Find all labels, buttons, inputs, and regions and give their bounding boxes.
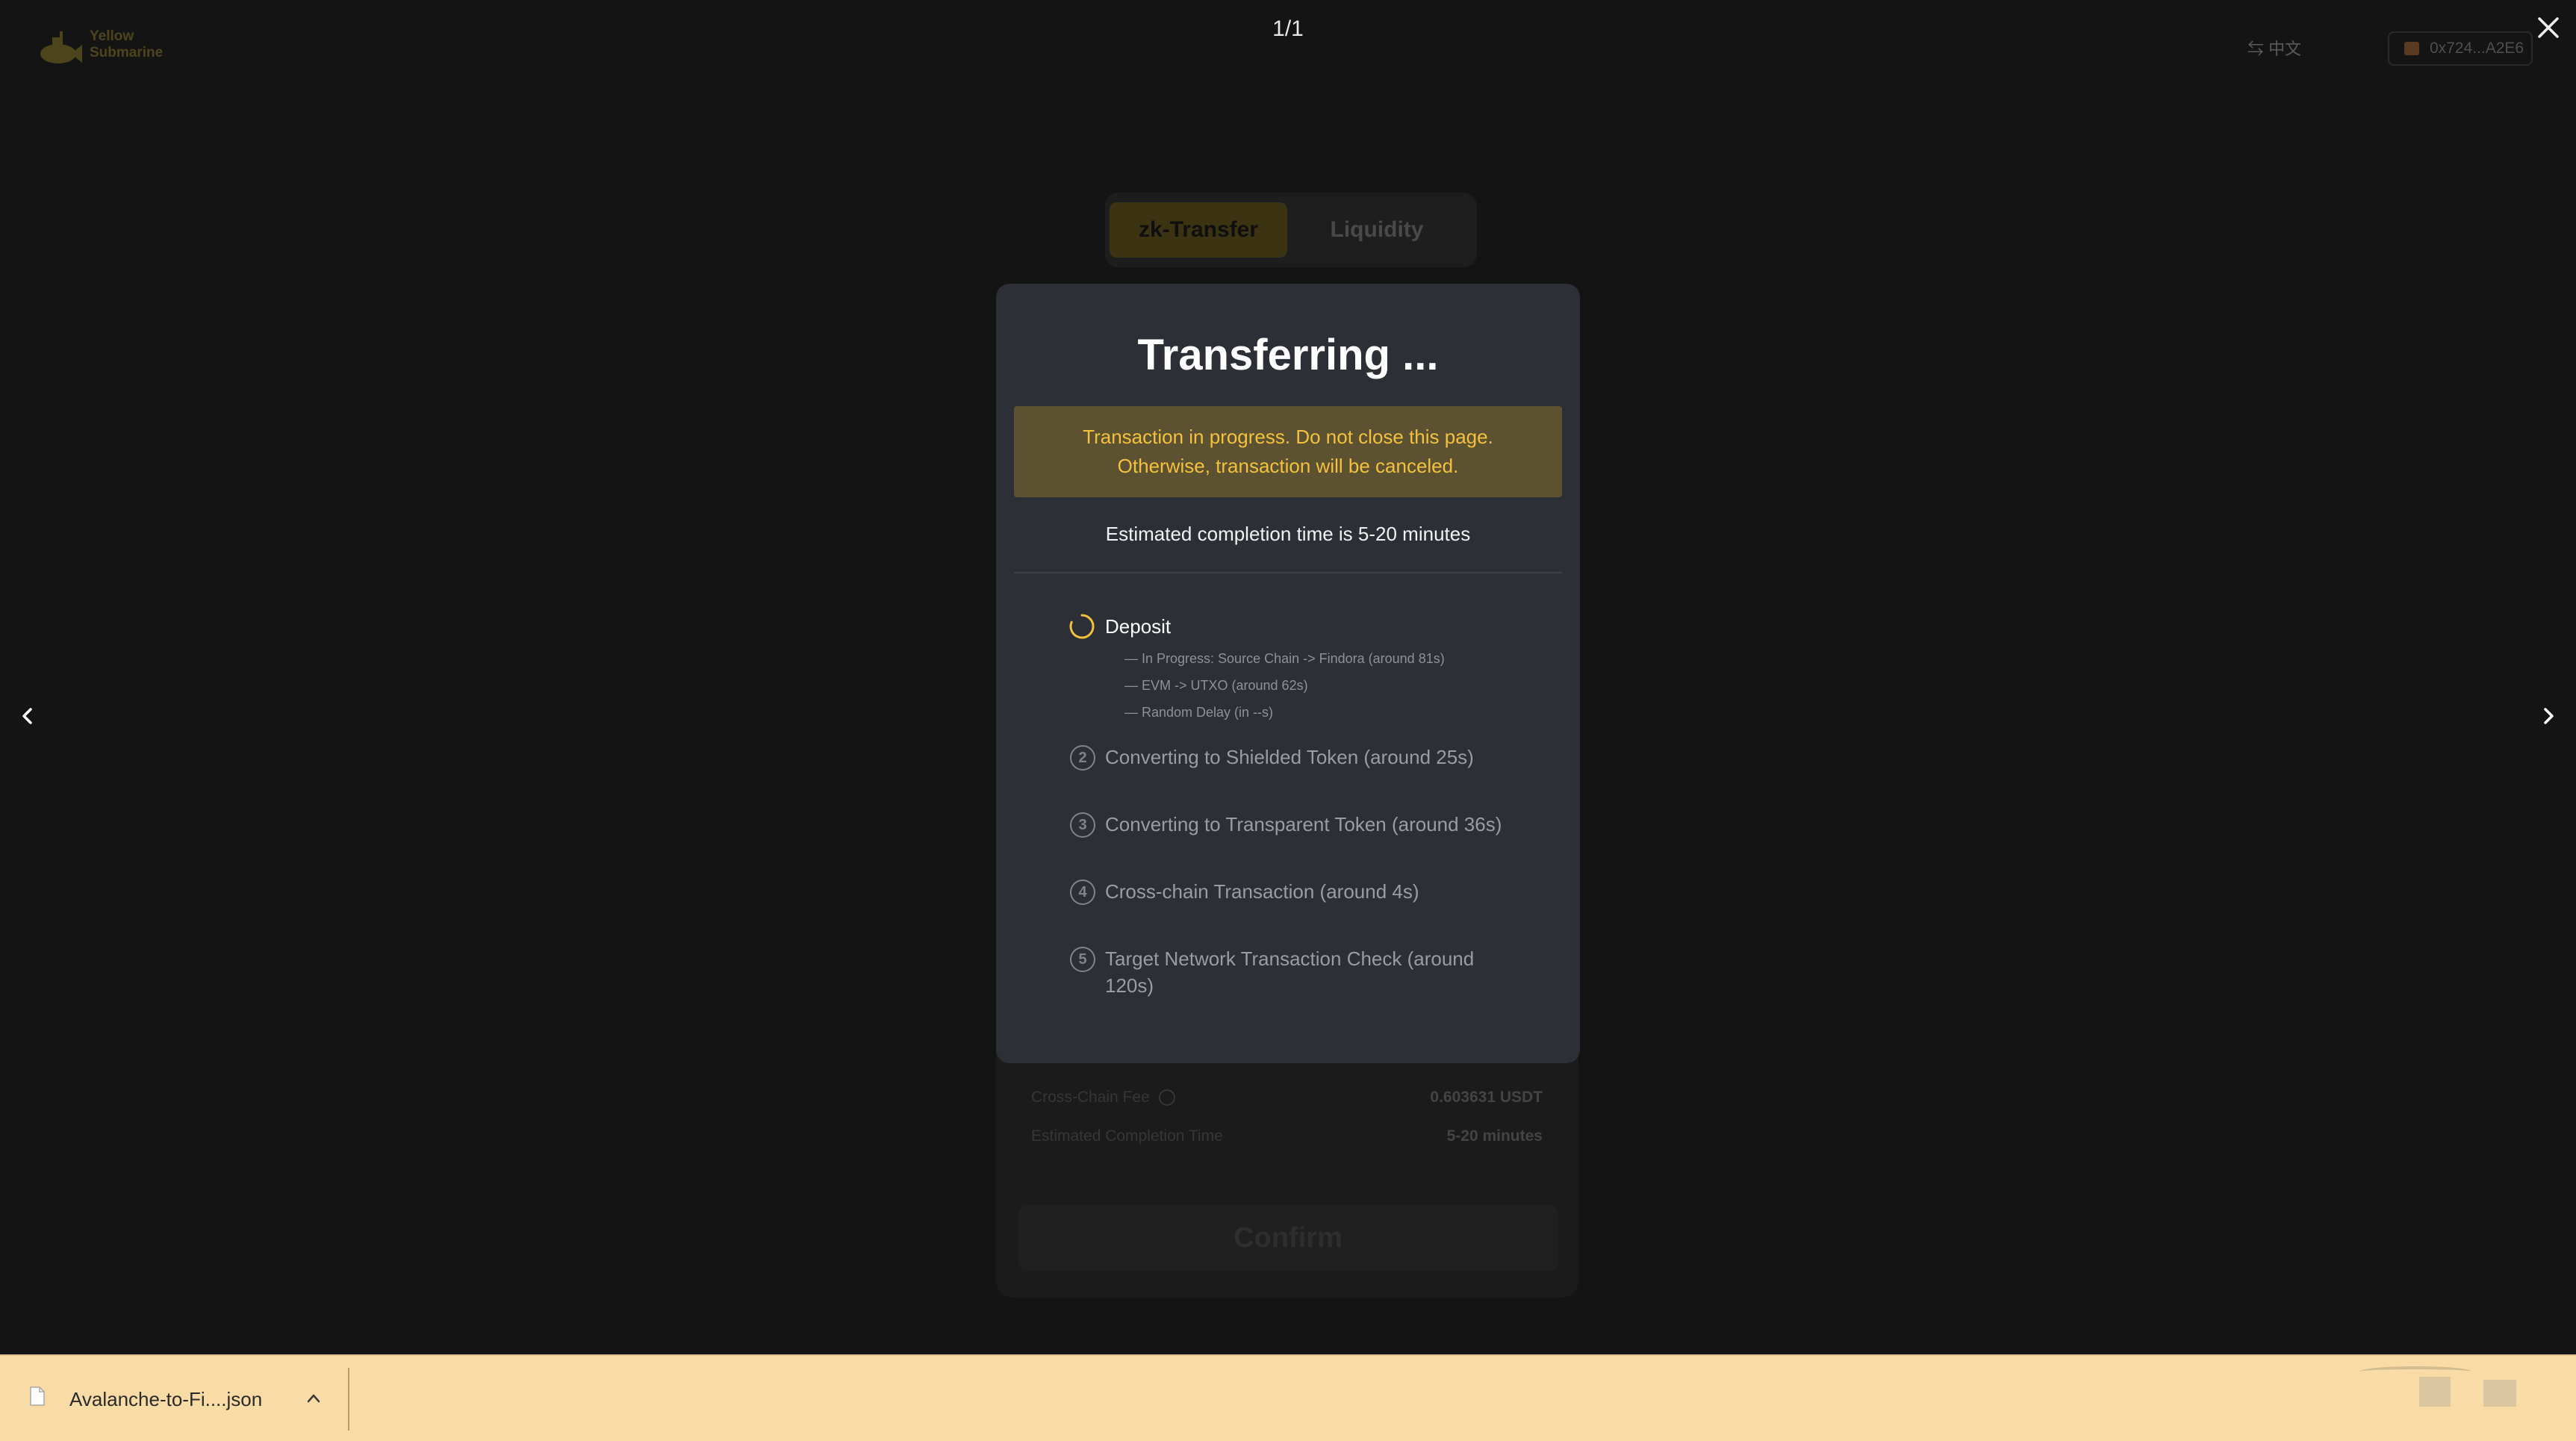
step-shielded-token-label: Converting to Shielded Token (around 25s… [1105,746,1474,768]
logo-line-2: Submarine [90,45,164,60]
language-switch[interactable]: ⇆ 中文 [2247,36,2301,60]
decorative-arc [2359,1366,2471,1377]
warning-text-line-1: Transaction in progress. Do not close th… [1083,426,1493,448]
step-target-network-label: Target Network Transaction Check (around… [1105,947,1475,997]
cross-chain-fee-label: Cross-Chain Fee [1031,1089,1175,1107]
warning-text-line-2: Otherwise, transaction will be canceled. [1117,455,1459,477]
chevron-up-icon[interactable] [305,1389,323,1407]
logo-text: Yellow Submarine [90,28,163,61]
file-icon [30,1386,45,1406]
previous-arrow-icon[interactable] [16,705,39,727]
submarine-icon [40,31,82,63]
download-bar-separator [348,1368,349,1431]
download-bar-control[interactable] [2419,1377,2451,1407]
completion-time-value: 5-20 minutes [1446,1127,1543,1145]
download-bar-control[interactable] [2483,1380,2516,1407]
modal-title: Transferring ... [1137,331,1439,379]
estimated-completion-text: Estimated completion time is 5-20 minute… [1105,523,1471,545]
substep-source-chain: — In Progress: Source Chain -> Findora (… [1124,651,1445,666]
tab-liquidity[interactable]: Liquidity [1292,202,1462,258]
cross-chain-fee-value: 0.603631 USDT [1430,1089,1543,1106]
download-bar [0,1354,2576,1441]
close-icon[interactable] [2533,12,2564,43]
completion-time-label: Estimated Completion Time [1031,1127,1223,1145]
wallet-address: 0x724...A2E6 [2430,40,2524,57]
confirm-button[interactable]: Confirm [1018,1205,1558,1271]
step-3-number-icon: 3 [1070,812,1095,838]
app-logo[interactable]: Yellow Submarine [39,25,188,70]
next-arrow-icon[interactable] [2537,705,2560,727]
divider [1014,572,1562,573]
substep-random-delay: — Random Delay (in --s) [1124,705,1274,720]
wallet-avatar-icon [2404,42,2419,55]
step-2-number-icon: 2 [1070,745,1095,771]
loading-spinner-icon [1069,614,1095,639]
step-cross-chain-label: Cross-chain Transaction (around 4s) [1105,880,1419,903]
step-5-number-icon: 5 [1070,947,1095,972]
download-file-name[interactable]: Avalanche-to-Fi....json [69,1388,262,1411]
warning-banner [1014,406,1562,497]
page-counter: 1/1 [1272,16,1304,41]
logo-line-1: Yellow [90,28,134,44]
step-transparent-token-label: Converting to Transparent Token (around … [1105,813,1502,835]
step-4-number-icon: 4 [1070,880,1095,905]
step-deposit-label: Deposit [1105,615,1172,638]
wallet-address-button[interactable]: 0x724...A2E6 [2388,31,2533,66]
info-icon[interactable] [1158,1089,1175,1107]
substep-evm-utxo: — EVM -> UTXO (around 62s) [1124,678,1308,693]
tab-zk-transfer[interactable]: zk-Transfer [1110,202,1287,258]
cross-chain-fee-text: Cross-Chain Fee [1031,1089,1150,1106]
